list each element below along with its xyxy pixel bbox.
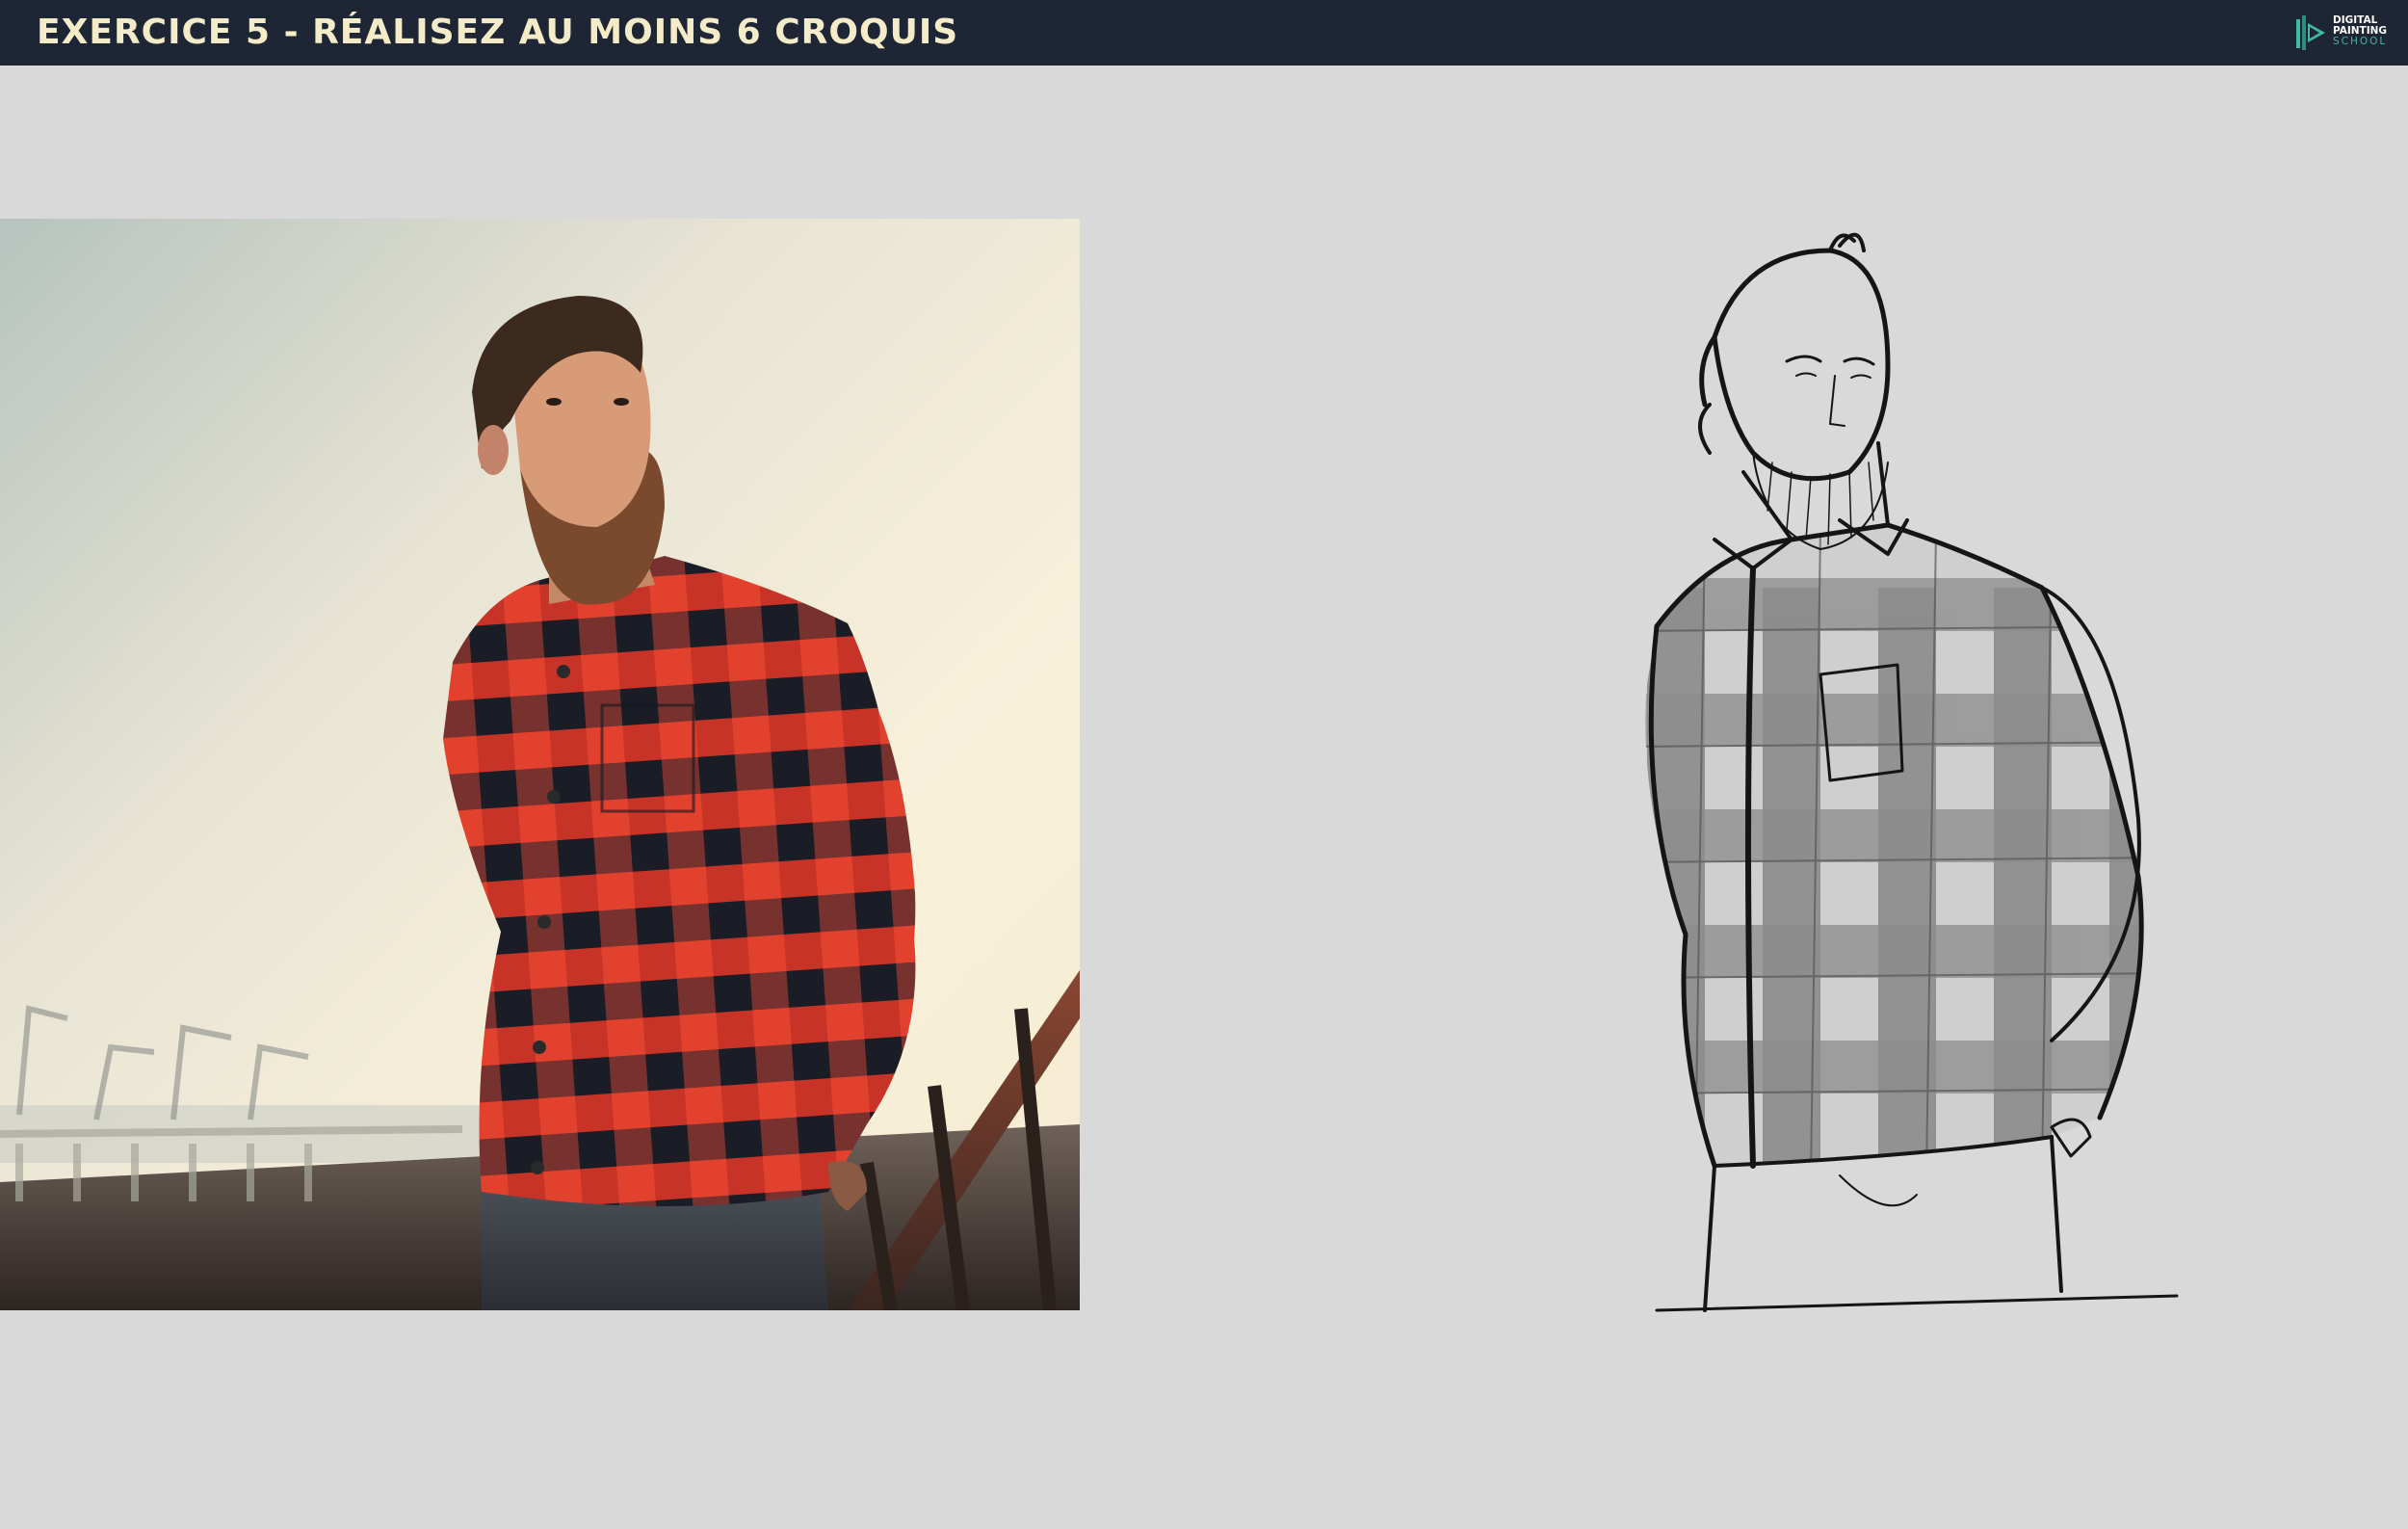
logo-text: DIGITAL PAINTING SCHOOL xyxy=(2333,15,2387,47)
logo-icon xyxy=(2296,15,2325,50)
top-banner: EXERCICE 5 - RÉALISEZ AU MOINS 6 CROQUIS… xyxy=(0,0,2408,66)
reference-photo xyxy=(0,219,1080,1310)
page-title: EXERCICE 5 - RÉALISEZ AU MOINS 6 CROQUIS xyxy=(37,13,959,52)
school-logo: DIGITAL PAINTING SCHOOL xyxy=(2294,12,2391,54)
bearded-man-plaid-shirt-line-sketch-icon xyxy=(1645,232,2179,1312)
logo-line-school: SCHOOL xyxy=(2333,36,2388,47)
line-sketch xyxy=(1599,222,2225,1330)
bearded-man-plaid-shirt-photo-icon xyxy=(0,219,1080,1310)
